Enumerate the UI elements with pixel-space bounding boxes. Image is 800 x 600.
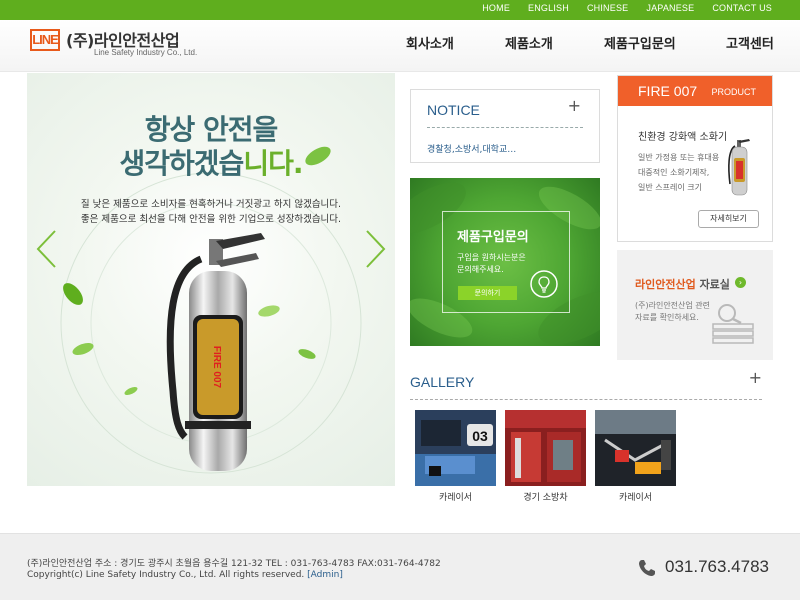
top-link-chinese[interactable]: CHINESE	[587, 3, 628, 13]
inquiry-title: 제품구입문의	[457, 230, 529, 245]
top-link-japanese[interactable]: JAPANESE	[646, 3, 694, 13]
footer-address: (주)라인안전산업 주소 : 경기도 광주시 초월읍 용수길 121-32 TE…	[27, 559, 441, 569]
notice-divider	[427, 127, 583, 128]
footer-phone-number: 031.763.4783	[665, 557, 769, 576]
top-utility-bar: HOME ENGLISH CHINESE JAPANESE CONTACT US	[0, 0, 800, 20]
gallery-caption: 카레이서	[618, 493, 653, 503]
svg-text:03: 03	[472, 428, 488, 444]
banner-headline: 항상 안전을 생각하겠습니다.	[27, 113, 395, 181]
gallery-thumbnail-race-car-interior[interactable]	[595, 410, 676, 486]
archive-title-brand: 라인안전산업	[635, 278, 696, 291]
main-navigation: 회사소개 제품소개 제품구입문의 고객센터	[0, 33, 800, 53]
notice-more-icon[interactable]: +	[568, 96, 581, 115]
footer-admin-link[interactable]: [Admin]	[307, 570, 343, 580]
phone-icon	[639, 560, 655, 576]
top-link-english[interactable]: ENGLISH	[528, 3, 569, 13]
top-link-home[interactable]: HOME	[482, 3, 510, 13]
banner-subtext: 질 낮은 제품으로 소비자를 현혹하거나 거짓광고 하지 않겠습니다. 좋은 제…	[27, 197, 395, 227]
product-description: 일반 가정용 또는 휴대용 대중적인 소화기제작, 일반 스프레이 크기	[638, 150, 719, 195]
gallery-caption: 카레이서	[438, 493, 473, 503]
fire-extinguisher-image: FIRE 007	[166, 233, 265, 471]
gallery-thumbnail-fire-truck[interactable]	[505, 410, 586, 486]
archive-title: 라인안전산업 자료실	[635, 276, 730, 292]
footer-copyright-text: Copyright(c) Line Safety Industry Co., L…	[27, 570, 308, 580]
product-box: FIRE 007 PRODUCT 친환경 강화액 소화기 일반 가정용 또는 휴…	[617, 75, 773, 242]
banner-headline-line2b: 니다.	[243, 147, 303, 180]
product-name: 친환경 강화액 소화기	[638, 132, 728, 143]
banner-headline-line2a: 생각하겠습	[119, 147, 245, 180]
nav-company[interactable]: 회사소개	[406, 33, 454, 52]
leaf-icon	[305, 146, 331, 166]
prev-arrow-icon[interactable]	[35, 229, 59, 269]
notice-title: NOTICE	[427, 102, 480, 118]
banner-subtext-line1: 질 낮은 제품으로 소비자를 현혹하거나 거짓광고 하지 않겠습니다.	[80, 199, 342, 210]
inquiry-button[interactable]: 문의하기	[458, 286, 517, 300]
archive-description-line: (주)라인안전산업 관련	[635, 301, 711, 310]
gallery-more-icon[interactable]: +	[749, 368, 762, 387]
leaf-icon	[72, 342, 94, 356]
gallery-caption: 경기 소방차	[523, 493, 568, 503]
product-code: FIRE 007	[638, 83, 698, 99]
chevron-right-icon[interactable]: ›	[735, 277, 746, 288]
product-detail-button[interactable]: 자세히보기	[698, 210, 759, 228]
notice-item[interactable]: 경찰청,소방서,대학교…	[427, 142, 516, 155]
leaf-icon	[298, 349, 316, 359]
inquiry-description: 구입을 원하시는분은 문의해주세요.	[457, 252, 526, 276]
site-header: LINE (주)라인안전산업 Line Safety Industry Co.,…	[0, 20, 800, 72]
document-search-icon	[712, 304, 754, 344]
lightbulb-icon	[530, 270, 558, 298]
purchase-inquiry-box: 제품구입문의 구입을 원하시는분은 문의해주세요. 문의하기	[410, 178, 600, 346]
nav-products[interactable]: 제품소개	[505, 33, 553, 52]
inquiry-description-line1: 구입을 원하시는분은	[457, 253, 526, 262]
product-label: PRODUCT	[711, 87, 757, 97]
nav-customer-center[interactable]: 고객센터	[726, 33, 774, 52]
site-footer: (주)라인안전산업 주소 : 경기도 광주시 초월읍 용수길 121-32 TE…	[0, 533, 800, 600]
gallery-section: GALLERY + 03 카레이서 경기 소방차 카레이서	[410, 368, 762, 508]
main-visual-banner: 항상 안전을 생각하겠습니다. 질 낮은 제품으로 소비자를 현혹하거나 거짓광…	[27, 73, 395, 486]
product-description-line: 일반 가정용 또는 휴대용	[638, 153, 720, 162]
footer-copyright: Copyright(c) Line Safety Industry Co., L…	[27, 570, 343, 580]
product-description-line: 대중적인 소화기제작,	[638, 168, 710, 177]
gallery-thumbnail-race-car[interactable]: 03	[415, 410, 496, 486]
archive-box[interactable]: 라인안전산업 자료실 › (주)라인안전산업 관련 자료를 확인하세요.	[617, 250, 773, 360]
leaf-icon	[63, 283, 83, 305]
archive-description-line: 자료를 확인하세요.	[635, 313, 699, 322]
top-link-contact[interactable]: CONTACT US	[712, 3, 772, 13]
next-arrow-icon[interactable]	[363, 229, 387, 269]
inquiry-description-line2: 문의해주세요.	[457, 265, 504, 274]
gallery-title: GALLERY	[410, 374, 475, 390]
extinguisher-label-text: FIRE 007	[211, 346, 222, 389]
archive-description: (주)라인안전산업 관련 자료를 확인하세요.	[635, 300, 710, 324]
archive-title-suffix: 자료실	[695, 278, 730, 291]
top-links: HOME ENGLISH CHINESE JAPANESE CONTACT US	[464, 3, 772, 13]
banner-headline-line1: 항상 안전을	[144, 113, 279, 146]
banner-subtext-line2: 좋은 제품으로 최선을 다해 안전을 위한 기업으로 성장하겠습니다.	[80, 214, 342, 225]
product-header: FIRE 007 PRODUCT	[618, 76, 772, 106]
notice-box: NOTICE + 경찰청,소방서,대학교…	[410, 89, 600, 163]
nav-purchase-inquiry[interactable]: 제품구입문의	[604, 33, 676, 52]
product-extinguisher-image	[728, 139, 750, 196]
product-description-line: 일반 스프레이 크기	[638, 183, 702, 192]
gallery-divider	[410, 399, 762, 400]
leaf-icon	[124, 386, 138, 396]
